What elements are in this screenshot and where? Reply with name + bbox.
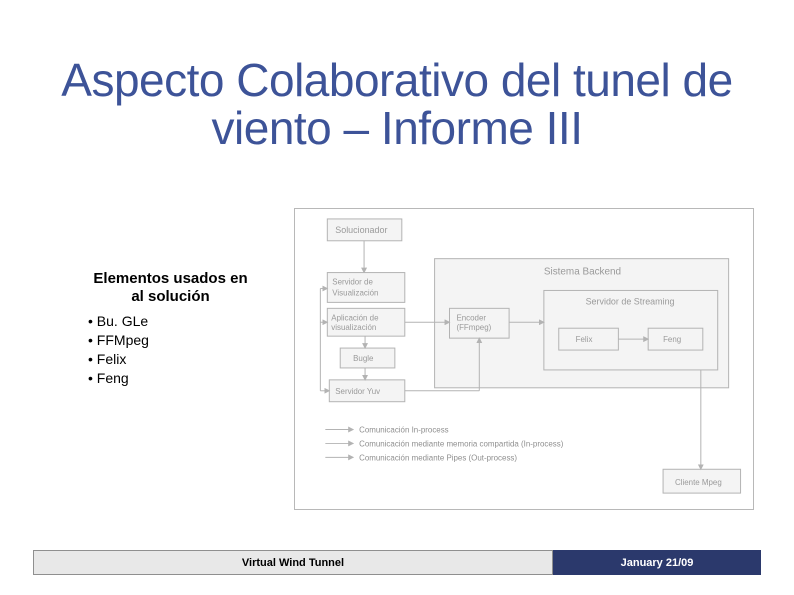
svg-text:visualización: visualización: [331, 323, 376, 332]
svg-text:Cliente Mpeg: Cliente Mpeg: [675, 478, 722, 487]
svg-text:(FFmpeg): (FFmpeg): [456, 323, 491, 332]
sidebar-list: Bu. GLe FFMpeg Felix Feng: [88, 312, 253, 388]
svg-text:Bugle: Bugle: [353, 354, 374, 363]
diagram-svg: Solucionador Servidor de Visualización S…: [295, 209, 753, 509]
footer-right: January 21/09: [553, 550, 761, 575]
list-item: Feng: [88, 369, 253, 388]
svg-text:Servidor de Streaming: Servidor de Streaming: [586, 296, 675, 306]
svg-text:Comunicación mediante memoria: Comunicación mediante memoria compartida…: [359, 439, 564, 448]
list-item: Felix: [88, 350, 253, 369]
box-solucionador: Solucionador: [335, 225, 387, 235]
slide-title: Aspecto Colaborativo del tunel de viento…: [0, 56, 794, 153]
svg-text:Comunicación mediante Pipes (O: Comunicación mediante Pipes (Out-process…: [359, 453, 517, 462]
svg-text:Servidor Yuv: Servidor Yuv: [335, 387, 380, 396]
box-servidor-viz-l1: Servidor de: [332, 277, 373, 286]
footer-left: Virtual Wind Tunnel: [33, 550, 553, 575]
svg-text:Sistema Backend: Sistema Backend: [544, 267, 621, 278]
architecture-diagram: Solucionador Servidor de Visualización S…: [294, 208, 754, 510]
sidebar-heading: Elementos usados en al solución: [88, 270, 253, 306]
svg-text:Aplicación de: Aplicación de: [331, 313, 379, 322]
elements-sidebar: Elementos usados en al solución Bu. GLe …: [88, 270, 253, 388]
footer-bar: Virtual Wind Tunnel January 21/09: [33, 550, 761, 575]
svg-text:Encoder: Encoder: [456, 313, 486, 322]
svg-text:Comunicación In-process: Comunicación In-process: [359, 426, 449, 435]
svg-text:Feng: Feng: [663, 335, 681, 344]
svg-text:Felix: Felix: [576, 335, 593, 344]
box-servidor-viz-l2: Visualización: [332, 288, 378, 297]
list-item: Bu. GLe: [88, 312, 253, 331]
list-item: FFMpeg: [88, 331, 253, 350]
